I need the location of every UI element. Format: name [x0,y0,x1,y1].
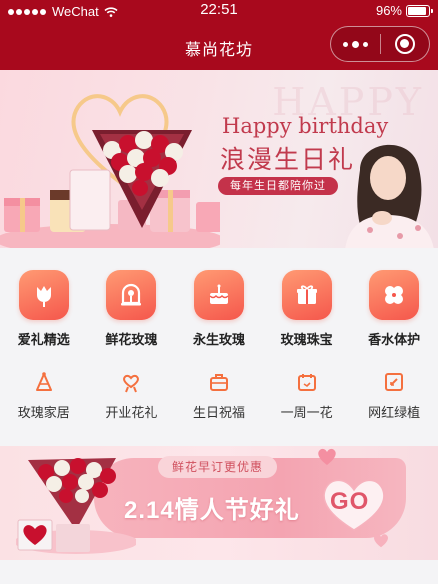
subcategory-label: 一周一花 [280,405,333,420]
subcategory-item[interactable]: 网红绿植 [350,370,438,421]
gift-box-icon [281,270,332,320]
clover-icon [369,270,420,320]
mini-heart-icon [374,534,388,548]
briefcase-icon [207,370,231,394]
calendar-icon [295,370,319,394]
more-dot [351,40,359,48]
cake-icon [193,270,244,320]
subcategory-label: 开业花礼 [105,405,158,420]
edit-box-icon [382,370,406,394]
subcategory-item[interactable]: 开业花礼 [88,370,176,421]
category-item[interactable]: 鲜花玫瑰 [88,270,176,348]
promo-tag: 鲜花早订更优惠 [158,456,278,478]
subcategory-item[interactable]: 玫瑰家居 [0,370,88,421]
battery-percent: 96% [375,3,402,18]
more-button[interactable] [331,27,380,61]
subcategory-label: 生日祝福 [192,405,245,420]
close-button[interactable] [380,27,429,61]
clock: 22:51 [200,1,238,18]
promo-flowers-illustration [16,458,136,554]
subcategory-item[interactable]: 生日祝福 [175,370,263,421]
heart-ribbon-icon [119,370,143,394]
tulip-icon [18,270,69,320]
model-photo [345,144,434,248]
go-button[interactable]: GO [330,488,369,516]
category-item[interactable]: 永生玫瑰 [175,270,263,348]
rose-bouquet-illustration [92,130,192,228]
banner-tagline: 每年生日都陪你过 [218,177,338,195]
more-dot [362,41,368,47]
mini-program-capsule [330,26,430,62]
category-section: 爱礼精选 鲜花玫瑰 永生玫瑰 玫瑰珠宝 香水体护 玫瑰家居 开业花礼 生日祝福 … [0,248,438,446]
party-hat-icon [32,370,56,394]
category-label: 爱礼精选 [17,332,70,347]
category-label: 香水体护 [368,332,421,347]
subcategory-label: 网红绿植 [368,405,421,420]
top-bar: WeChat 22:51 96% 慕尚花坊 [0,0,438,70]
category-item[interactable]: 香水体护 [350,270,438,348]
secondary-categories: 玫瑰家居 开业花礼 生日祝福 一周一花 网红绿植 [0,370,438,421]
promo-title: 2.14情人节好礼 [124,497,300,524]
hero-banner[interactable]: HAPPY Happy birthday 浪漫生日礼 每年生日都陪你过 [0,70,438,248]
primary-categories: 爱礼精选 鲜花玫瑰 永生玫瑰 玫瑰珠宝 香水体护 [0,270,438,348]
subcategory-item[interactable]: 一周一花 [263,370,351,421]
battery-fill [408,6,427,15]
category-item[interactable]: 爱礼精选 [0,270,88,348]
category-label: 鲜花玫瑰 [105,332,158,347]
status-bar: WeChat 22:51 96% [0,0,438,20]
rose-dome-icon [106,270,157,320]
battery-indicator: 96% [375,3,433,18]
more-dot [342,41,348,47]
battery-icon [406,4,433,17]
mini-heart-icon [318,448,336,465]
close-ring-icon [394,34,415,54]
promo-banner[interactable]: 鲜花早订更优惠 2.14情人节好礼 GO [0,446,438,560]
subcategory-label: 玫瑰家居 [17,405,70,420]
category-item[interactable]: 玫瑰珠宝 [263,270,351,348]
bottom-spacer [0,560,438,584]
category-label: 永生玫瑰 [192,332,245,347]
category-label: 玫瑰珠宝 [280,332,333,347]
